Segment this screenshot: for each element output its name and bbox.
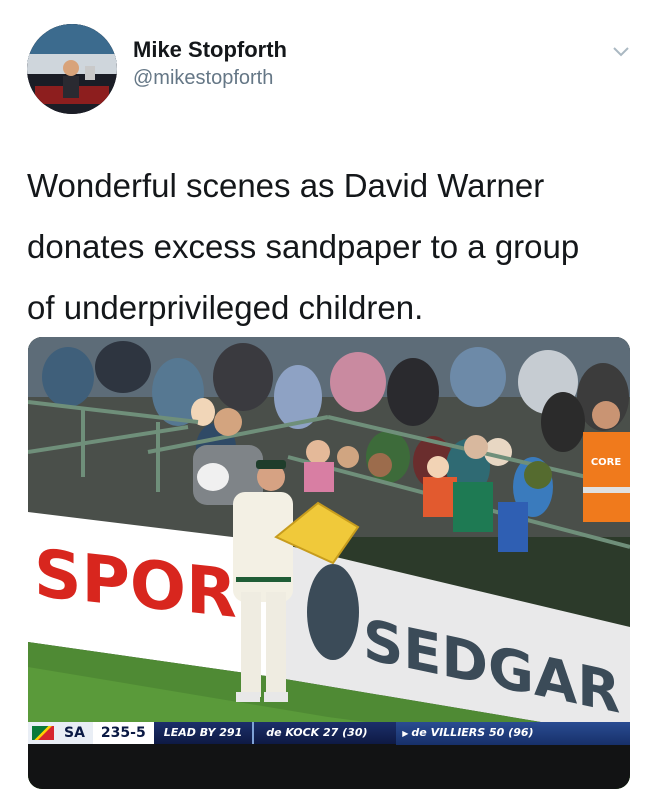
score-bar: SA 235-5 LEAD BY 291 de KOCK 27 (30) ▶ de… [28,721,630,745]
sedgars-logo [307,564,359,660]
strike-arrow-icon: ▶ [402,728,409,738]
batter-2-box: ▶ de VILLIERS 50 (96) [396,721,630,745]
display-name[interactable]: Mike Stopforth [133,36,287,64]
batter-2: de VILLIERS 50 (96) [411,725,534,739]
tweet-text-line: Wonderful scenes as David Warner [27,167,545,204]
tweet-card: Mike Stopforth @mikestopforth Wonderful … [0,0,660,807]
chevron-down-icon[interactable] [610,40,632,62]
batter-1: de KOCK 27 (30) [266,726,368,739]
team-flag-icon [32,726,54,740]
tweet-text-line: donates excess sandpaper to a group [27,228,580,265]
team-score: 235-5 [92,722,154,744]
tweet-text: Wonderful scenes as David Warner donates… [27,155,627,338]
bib-text: CORE [591,457,622,468]
handle[interactable]: @mikestopforth [133,64,287,92]
avatar[interactable] [27,24,117,114]
author-block: Mike Stopforth @mikestopforth [133,36,287,92]
lead-text: LEAD BY 291 [154,722,255,744]
tweet-text-line: of underprivileged children. [27,289,424,326]
tweet-photo[interactable]: CORE SPOR SEDGAR SA 235-5 LEAD BY 291 de… [28,337,630,789]
